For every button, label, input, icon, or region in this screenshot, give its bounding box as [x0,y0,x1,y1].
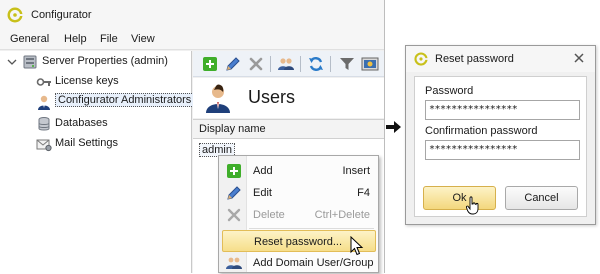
tree-item-label: Server Properties (admin) [42,55,168,67]
database-icon [38,117,50,131]
mouse-cursor-icon [350,236,364,256]
key-icon [36,78,51,86]
preview-icon[interactable] [361,55,379,73]
menu-item-delete[interactable]: Delete Ctrl+Delete [221,204,376,226]
close-icon[interactable] [572,51,586,65]
tree-item-server-properties[interactable]: Server Properties (admin) [0,53,192,71]
menu-bar: General Help File View [0,30,384,50]
menu-item-add[interactable]: Add Insert [221,160,376,182]
mail-settings-icon [36,139,52,152]
server-icon [23,55,37,69]
confirmation-password-label: Confirmation password [425,125,538,137]
password-field[interactable]: **************** [425,100,580,120]
reset-password-dialog: Reset password Password ****************… [405,45,596,225]
add-domain-user-icon[interactable] [277,55,295,73]
delete-icon[interactable] [247,55,265,73]
edit-icon [227,186,241,200]
users-icon [206,84,230,113]
window-title: Configurator [31,9,92,21]
users-header: Users [193,78,384,118]
add-icon [227,164,241,178]
menu-help[interactable]: Help [60,33,91,45]
app-logo-icon [7,7,23,23]
column-header-label: Display name [199,123,266,135]
refresh-icon[interactable] [307,55,325,73]
tree-item-configurator-administrators[interactable]: Configurator Administrators [36,93,195,111]
menu-general[interactable]: General [6,33,53,45]
mouse-cursor-icon [466,196,479,215]
add-icon[interactable] [201,55,219,73]
tree-item-license-keys[interactable]: License keys [36,73,186,91]
tree-item-label: Databases [55,117,108,129]
password-label: Password [425,85,474,97]
admin-user-icon [38,95,50,110]
menu-item-edit[interactable]: Edit F4 [221,182,376,204]
panel-title: Users [248,87,296,107]
dialog-title-bar: Reset password [406,46,595,72]
confirmation-password-field[interactable]: **************** [425,140,580,160]
tree-item-label: License keys [55,75,119,87]
menu-file[interactable]: File [96,33,122,45]
column-header-display-name[interactable]: Display name [193,119,384,139]
filter-icon[interactable] [338,55,356,73]
title-bar: Configurator [0,0,384,30]
navigation-tree: Server Properties (admin) License keys C… [0,51,195,273]
cancel-button[interactable]: Cancel [505,186,578,210]
tree-item-label: Mail Settings [55,137,118,149]
tree-item-label: Configurator Administrators [55,93,195,107]
tree-item-mail-settings[interactable]: Mail Settings [36,135,186,153]
edit-icon[interactable] [224,55,242,73]
delete-icon [227,208,241,222]
chevron-down-icon[interactable] [7,57,17,67]
arrow-right-icon [386,121,401,133]
menu-view[interactable]: View [127,33,159,45]
tree-item-databases[interactable]: Databases [36,115,186,133]
dialog-title: Reset password [435,53,514,65]
toolbar [193,51,384,77]
context-menu: Add Insert Edit F4 Delete Ctrl+Delete Re… [218,155,379,273]
add-domain-user-icon [226,257,242,269]
app-logo-icon [414,52,428,66]
ok-button[interactable]: Ok [423,186,496,210]
